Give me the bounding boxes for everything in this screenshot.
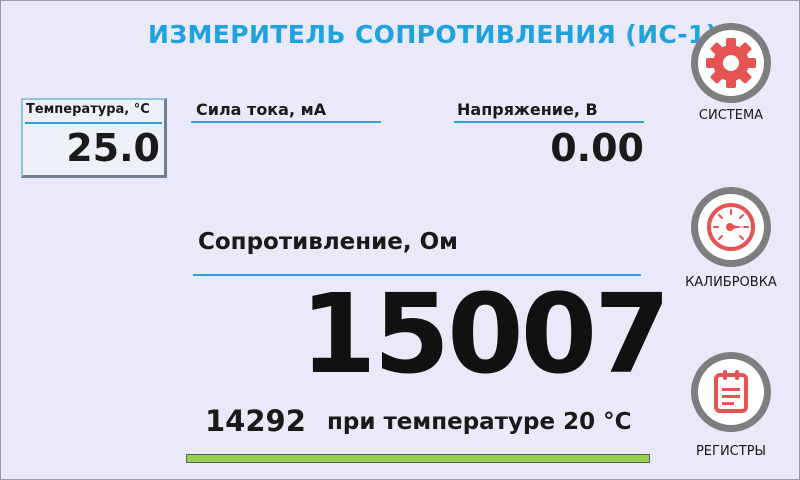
reference-resistance-value: 14292: [205, 404, 306, 438]
temperature-label: Температура, °С: [26, 102, 150, 117]
voltage-label: Напряжение, В: [457, 100, 598, 119]
progress-bar-fill: [187, 455, 649, 462]
registers-button-label[interactable]: РЕГИСТРЫ: [670, 444, 792, 459]
resistance-label: Сопротивление, Ом: [198, 229, 458, 255]
gear-icon: [706, 38, 756, 88]
current-label: Сила тока, мА: [196, 100, 327, 119]
resistance-value: 15007: [300, 270, 671, 398]
page-title: ИЗМЕРИТЕЛЬ СОПРОТИВЛЕНИЯ (ИС-1): [148, 20, 718, 49]
reference-temperature-text: при температуре 20 °С: [327, 409, 632, 435]
voltage-value: 0.00: [550, 126, 644, 170]
gauge-icon: [707, 203, 755, 251]
calibration-button-label[interactable]: КАЛИБРОВКА: [670, 275, 792, 290]
voltage-divider: [454, 121, 644, 123]
registers-button[interactable]: [691, 352, 771, 432]
calibration-button[interactable]: [691, 187, 771, 267]
temperature-field[interactable]: Температура, °С 25.0: [21, 98, 167, 178]
current-divider: [191, 121, 381, 123]
clipboard-icon: [714, 370, 748, 413]
system-button-label[interactable]: СИСТЕМА: [670, 108, 792, 123]
measurement-progress-bar: [186, 454, 650, 463]
temperature-value[interactable]: 25.0: [66, 126, 160, 170]
temperature-divider: [25, 122, 162, 124]
system-button[interactable]: [691, 23, 771, 103]
